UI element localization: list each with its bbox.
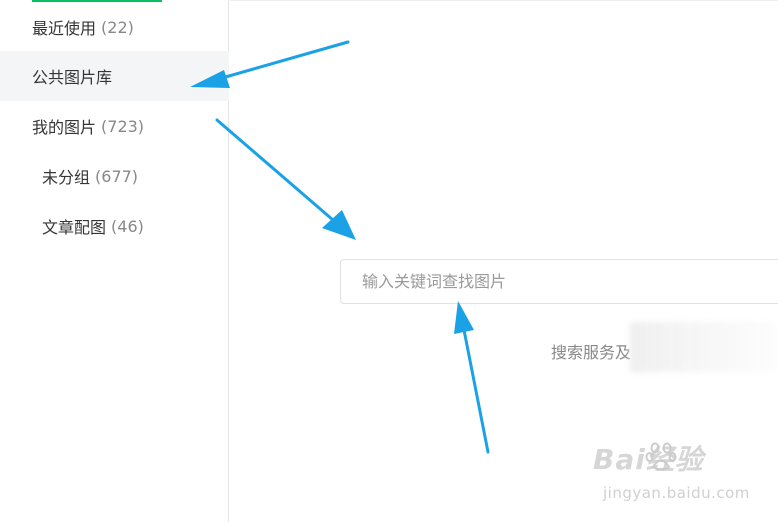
image-library-page: 最近使用 (22) 公共图片库 我的图片 (723) 未分组 (677) 文章配… xyxy=(0,0,778,522)
search-box xyxy=(340,259,778,304)
sidebar-item-article-images[interactable]: 文章配图 (46) xyxy=(0,201,229,251)
paw-icon xyxy=(645,442,677,471)
sidebar-item-label: 文章配图 xyxy=(42,218,107,237)
blurred-region xyxy=(630,322,778,372)
sidebar-item-ungrouped[interactable]: 未分组 (677) xyxy=(0,151,229,201)
sidebar-item-recent[interactable]: 最近使用 (22) xyxy=(0,2,229,52)
sidebar-item-public-library[interactable]: 公共图片库 xyxy=(0,51,229,101)
watermark-url: jingyan.baidu.com xyxy=(603,484,750,502)
sidebar-item-my-images[interactable]: 我的图片 (723) xyxy=(0,101,229,151)
sidebar-item-count: (46) xyxy=(111,216,144,236)
search-service-note: 搜索服务及 xyxy=(551,343,632,362)
baidu-jingyan-watermark: Bai经验 jingyan.baidu.com xyxy=(593,438,753,508)
sidebar-item-label: 未分组 xyxy=(42,168,91,187)
sidebar-item-label: 我的图片 xyxy=(32,118,97,137)
sidebar-item-count: (677) xyxy=(95,166,139,186)
main-top-divider xyxy=(230,0,778,1)
sidebar: 最近使用 (22) 公共图片库 我的图片 (723) 未分组 (677) 文章配… xyxy=(0,0,229,522)
sidebar-item-label: 最近使用 xyxy=(32,19,97,38)
sidebar-item-count: (723) xyxy=(101,116,145,136)
sidebar-item-count: (22) xyxy=(101,17,134,37)
image-search-input[interactable] xyxy=(342,261,778,302)
sidebar-item-label: 公共图片库 xyxy=(32,68,113,87)
